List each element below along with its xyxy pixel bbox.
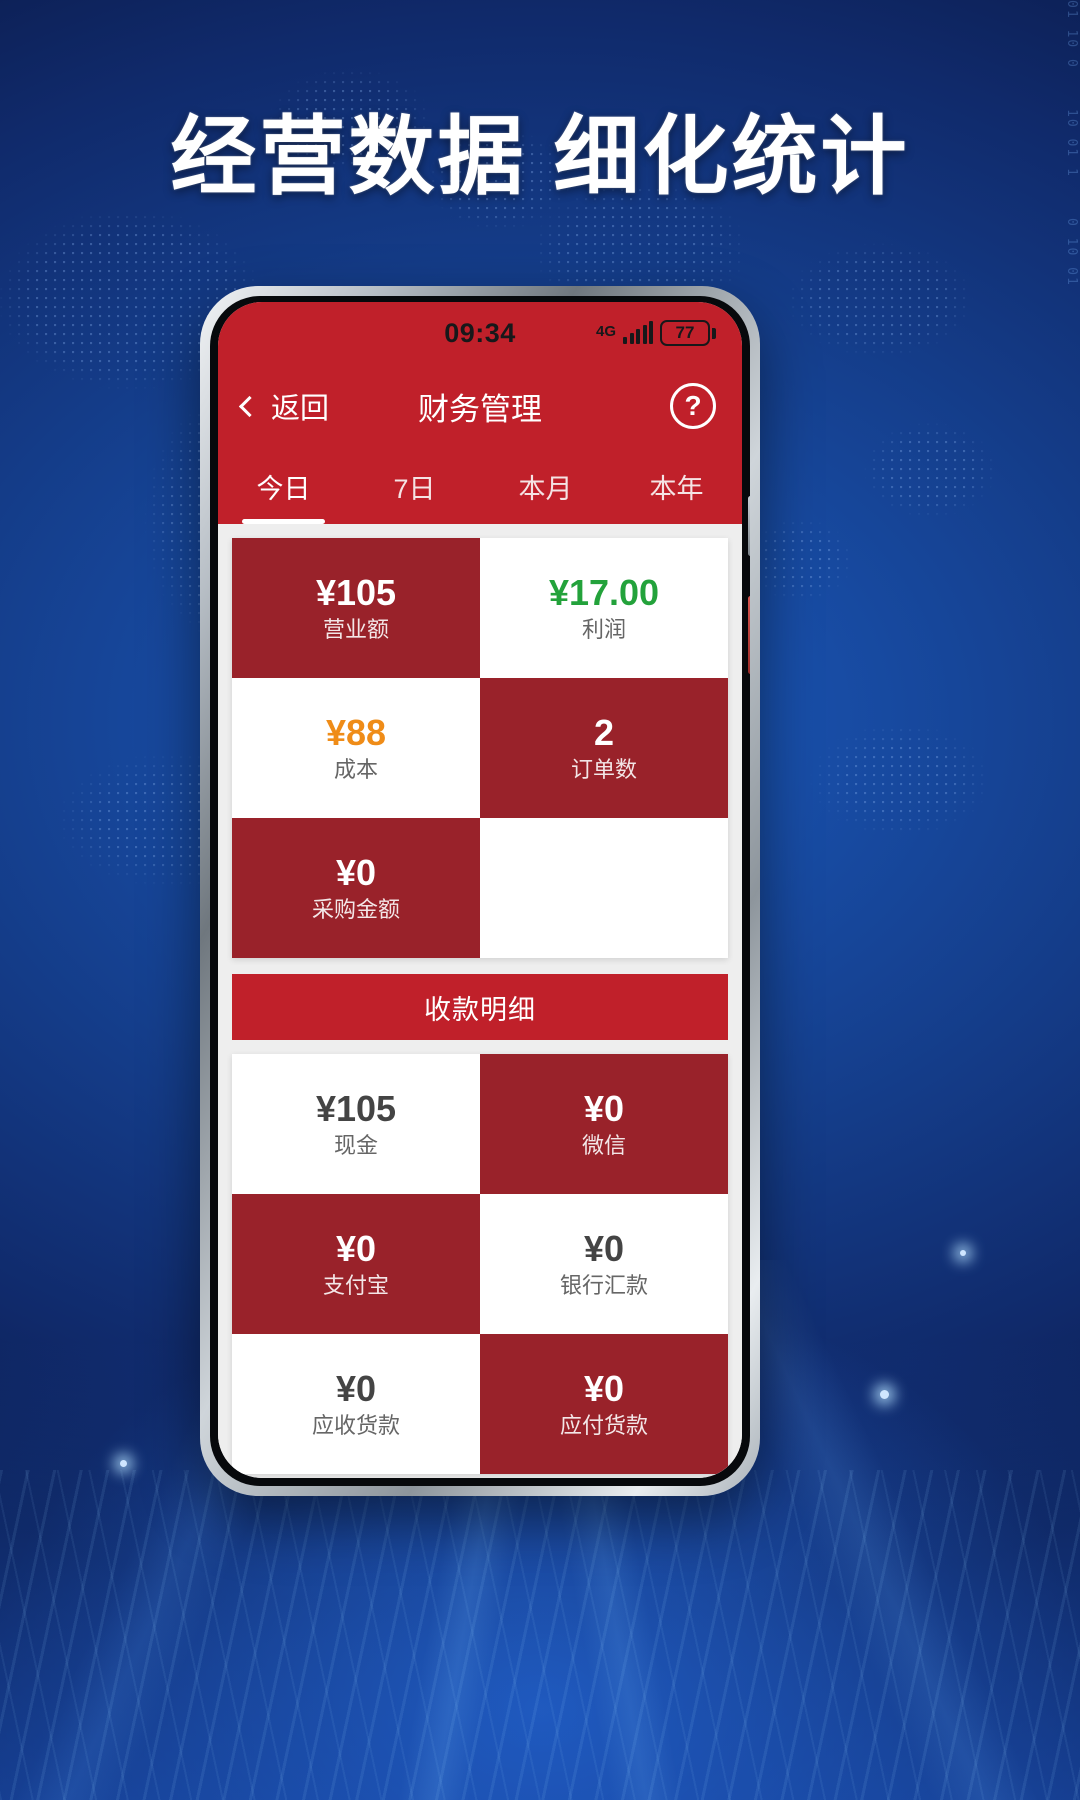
help-button[interactable]: ? (670, 383, 716, 429)
stat-value: ¥88 (325, 712, 387, 753)
stat-label: 订单数 (570, 757, 637, 782)
payment-label: 应付货款 (559, 1413, 648, 1438)
payments-grid: ¥105 现金 ¥0 微信 ¥0 支付宝 ¥0 银行汇款 ¥0 应收货款 ¥0 … (232, 1054, 728, 1474)
status-time: 09:34 (444, 317, 516, 348)
battery-icon: 77 (660, 320, 716, 346)
chevron-left-icon (238, 395, 261, 417)
payment-label: 应收货款 (311, 1413, 400, 1438)
payment-value: ¥0 (583, 1228, 625, 1269)
payment-cell-cash[interactable]: ¥105 现金 (232, 1054, 480, 1194)
poster-background: 01 10 0 10 01 1 0 10 01 11 0 10 01 1 00 … (0, 0, 1080, 1800)
stat-cell-purchase-amount[interactable]: ¥0 采购金额 (232, 818, 480, 958)
glow-dot (960, 1250, 966, 1256)
stat-value: ¥0 (335, 852, 377, 893)
payment-cell-payable[interactable]: ¥0 应付货款 (480, 1334, 728, 1474)
payment-cell-receivable[interactable]: ¥0 应收货款 (232, 1334, 480, 1474)
tab-seven-days[interactable]: 7日 (349, 448, 480, 524)
payment-value: ¥0 (335, 1228, 377, 1269)
stat-cell-revenue[interactable]: ¥105 营业额 (232, 538, 480, 678)
payment-label: 银行汇款 (559, 1273, 648, 1298)
phone-bezel: 09:34 4G 77 返回 财务管理 ? 今日 7日 本月 本年 ¥105 营… (210, 296, 750, 1486)
payment-value: ¥0 (583, 1088, 625, 1129)
payment-cell-bank-transfer[interactable]: ¥0 银行汇款 (480, 1194, 728, 1334)
battery-level-label: 77 (660, 320, 710, 346)
stat-value: ¥17.00 (548, 572, 660, 613)
glow-dot (880, 1390, 889, 1399)
binary-column: 0 10 01 (1064, 217, 1079, 287)
phone-mockup: 09:34 4G 77 返回 财务管理 ? 今日 7日 本月 本年 ¥105 营… (200, 286, 760, 1496)
stat-label: 营业额 (322, 617, 389, 642)
payment-cell-wechat[interactable]: ¥0 微信 (480, 1054, 728, 1194)
binary-column: 01 10 0 (1064, 0, 1079, 69)
payment-value: ¥0 (335, 1368, 377, 1409)
stat-label: 采购金额 (311, 897, 400, 922)
stat-cell-order-count[interactable]: 2 订单数 (480, 678, 728, 818)
payment-value: ¥105 (315, 1088, 397, 1129)
period-tab-bar: 今日 7日 本月 本年 (218, 448, 742, 524)
payment-label: 微信 (581, 1133, 626, 1158)
stat-label: 成本 (333, 757, 378, 782)
stat-value: ¥105 (315, 572, 397, 613)
stat-cell-profit[interactable]: ¥17.00 利润 (480, 538, 728, 678)
payment-value: ¥0 (583, 1368, 625, 1409)
power-button[interactable] (748, 596, 750, 674)
payment-detail-section-header: 收款明细 (232, 974, 728, 1040)
glow-dot (120, 1460, 127, 1467)
stat-cell-cost[interactable]: ¥88 成本 (232, 678, 480, 818)
stat-cell-empty (480, 818, 728, 958)
status-icons: 4G 77 (596, 320, 716, 346)
volume-button[interactable] (748, 496, 750, 556)
tab-today[interactable]: 今日 (218, 448, 349, 524)
payment-label: 支付宝 (322, 1273, 389, 1298)
battery-cap (712, 327, 716, 339)
back-button-label: 返回 (271, 393, 330, 425)
phone-screen: 09:34 4G 77 返回 财务管理 ? 今日 7日 本月 本年 ¥105 营… (218, 302, 742, 1478)
financial-content: ¥105 营业额 ¥17.00 利润 ¥88 成本 2 订单数 ¥0 采购金额 … (218, 524, 742, 1478)
app-navigation-bar: 返回 财务管理 ? (218, 364, 742, 448)
stat-value: 2 (593, 712, 615, 753)
payment-cell-alipay[interactable]: ¥0 支付宝 (232, 1194, 480, 1334)
stat-label: 利润 (581, 617, 626, 642)
back-button[interactable]: 返回 (238, 385, 330, 427)
status-bar: 09:34 4G 77 (218, 302, 742, 364)
signal-bars-icon (623, 321, 653, 344)
page-title: 经营数据 细化统计 (170, 109, 910, 205)
network-type-label: 4G (595, 323, 616, 340)
tab-this-month[interactable]: 本月 (480, 448, 611, 524)
payment-label: 现金 (333, 1133, 378, 1158)
tab-this-year[interactable]: 本年 (611, 448, 742, 524)
summary-grid-wrapper: ¥105 营业额 ¥17.00 利润 ¥88 成本 2 订单数 ¥0 采购金额 (232, 538, 728, 958)
payments-grid-wrapper: ¥105 现金 ¥0 微信 ¥0 支付宝 ¥0 银行汇款 ¥0 应收货款 ¥0 … (232, 1054, 728, 1474)
summary-grid: ¥105 营业额 ¥17.00 利润 ¥88 成本 2 订单数 ¥0 采购金额 (232, 538, 728, 958)
